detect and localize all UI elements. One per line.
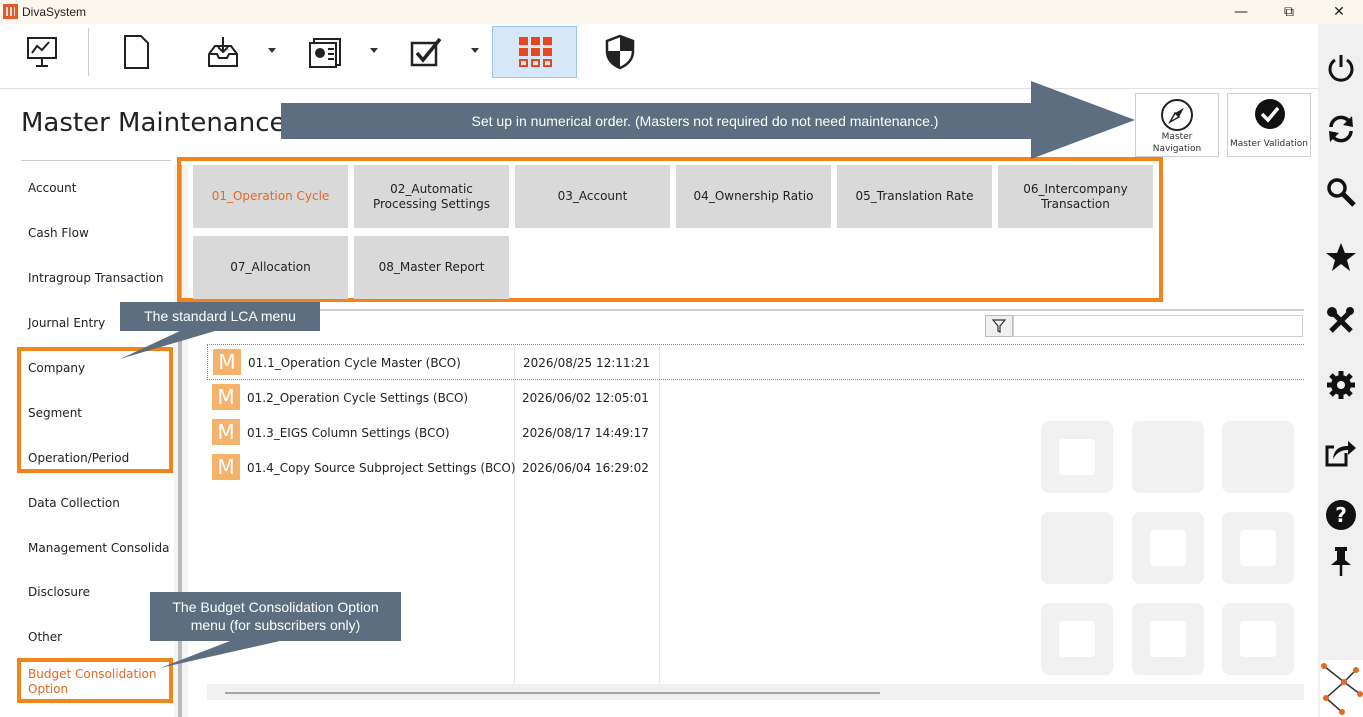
budget-callout-line1: The Budget Consolidation Option (172, 599, 379, 615)
budget-callout-text: The Budget Consolidation Option menu (fo… (150, 598, 401, 634)
standard-lca-callout-text: The standard LCA menu (144, 308, 296, 324)
budget-callout-line2: menu (for subscribers only) (190, 617, 361, 633)
standard-lca-callout-pointer (120, 331, 215, 359)
numerical-order-callout-text: Set up in numerical order. (Masters not … (471, 113, 939, 129)
budget-callout-pointer (160, 641, 280, 668)
